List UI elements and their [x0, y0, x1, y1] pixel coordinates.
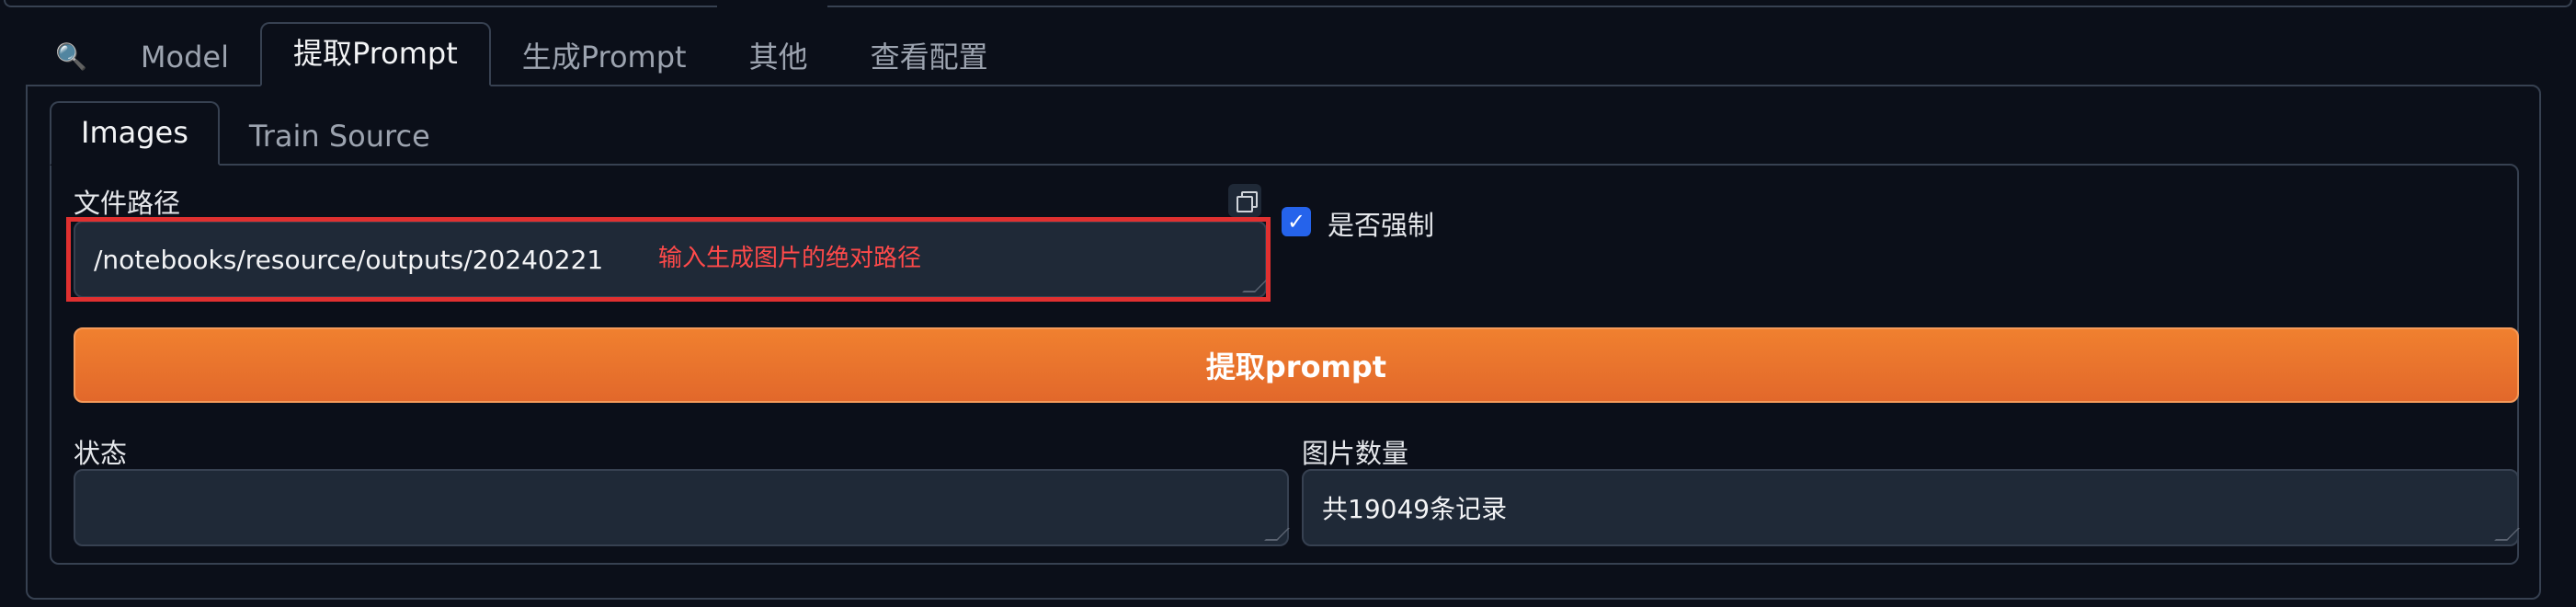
- extract-prompt-button[interactable]: 提取prompt: [74, 327, 2519, 403]
- sub-tab-bar: Images Train Source: [50, 101, 460, 166]
- search-icon: 🔍: [55, 41, 87, 72]
- resize-handle-icon[interactable]: [2494, 528, 2520, 541]
- tab-images[interactable]: Images: [50, 101, 220, 166]
- status-label: 状态: [74, 438, 128, 469]
- tab-train-source[interactable]: Train Source: [220, 107, 460, 166]
- copy-icon[interactable]: [1228, 184, 1261, 217]
- check-icon: ✓: [1286, 209, 1306, 235]
- force-label: 是否强制: [1328, 210, 1435, 241]
- file-path-label: 文件路径: [74, 188, 181, 219]
- resize-handle-icon[interactable]: [1242, 280, 1268, 292]
- tab-extract-prompt[interactable]: 提取Prompt: [259, 22, 491, 86]
- image-count-label: 图片数量: [1302, 438, 1409, 469]
- search-tab[interactable]: 🔍: [33, 28, 109, 86]
- image-count-textarea[interactable]: 共19049条记录: [1302, 469, 2520, 546]
- tab-generate-prompt[interactable]: 生成Prompt: [491, 28, 718, 86]
- frame-notch: [717, 0, 827, 7]
- outer-frame-top: [4, 0, 2572, 7]
- tab-other[interactable]: 其他: [718, 28, 839, 86]
- main-tab-bar: 🔍 Model 提取Prompt 生成Prompt 其他 查看配置: [33, 22, 1020, 86]
- force-checkbox[interactable]: ✓: [1282, 207, 1311, 236]
- tab-model[interactable]: Model: [109, 28, 260, 86]
- status-textarea[interactable]: [74, 469, 1290, 546]
- image-count-value: 共19049条记录: [1322, 494, 1508, 524]
- file-path-annotation: 输入生成图片的绝对路径: [658, 245, 922, 272]
- tab-view-config[interactable]: 查看配置: [839, 28, 1020, 86]
- file-path-value: /notebooks/resource/outputs/20240221: [94, 244, 604, 275]
- resize-handle-icon[interactable]: [1264, 528, 1290, 541]
